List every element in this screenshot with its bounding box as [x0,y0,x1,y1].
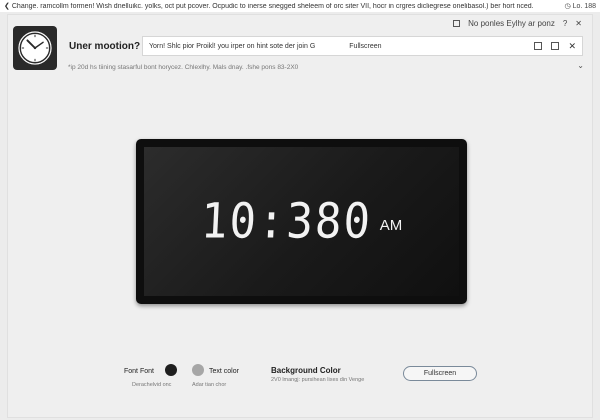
address-fullscreen-label[interactable]: Fullscreen [349,43,381,50]
subtitle-text: *ip 20d hs tiining stasarful bont horyce… [68,64,299,71]
font-color-label: Font Font [124,368,154,375]
top-notification-bar: ❮ Change. ramcollm formen! Wish dnelluik… [0,0,600,12]
maximize-box-icon[interactable] [551,42,560,50]
close-button[interactable]: ✕ [575,19,582,28]
window-controls-label: No ponles Eylhy ar ponz [468,19,555,28]
app-logo [13,26,57,70]
back-arrow-icon[interactable]: ❮ [4,2,10,10]
font-color-swatch[interactable] [165,364,177,376]
text-color-sub: Adar tian chor [192,382,227,388]
checkbox-icon[interactable] [453,20,461,27]
text-color-swatch[interactable] [192,364,204,376]
app-window: Uner mootion? No ponles Eylhy ar ponz ? … [7,14,593,418]
notification-message: Change. ramcollm formen! Wish dnelluikc.… [11,2,534,10]
window-controls: No ponles Eylhy ar ponz ? ✕ [453,19,582,28]
chevron-down-icon[interactable]: ⌄ [577,61,584,70]
background-color-sub: 2V0 lmangj: pursihean lixes din Venge [271,377,365,383]
address-close-icon[interactable]: ✕ [568,42,576,51]
fullscreen-button[interactable]: Fullscreen [403,366,477,381]
minimize-box-icon[interactable] [534,42,543,50]
digital-clock-frame: 10:380 AM [136,139,467,304]
status-area: ◷ Lo. 188 [564,2,596,11]
digital-clock-display: 10:380 AM [144,147,459,296]
help-button[interactable]: ? [563,19,567,28]
app-title: Uner mootion? [69,41,141,52]
text-color-label: Text color [209,368,239,375]
status-text: Lo. 188 [572,2,596,10]
controls-bar: Font Font Derachelvid onc Text color Ada… [8,359,592,399]
background-color-label: Background Color [271,366,341,375]
address-controls: ✕ [534,42,576,51]
clock-ampm: AM [379,217,403,234]
clock-time: 10:380 [199,193,374,250]
address-bar[interactable]: Yorn! Shlc pior Proikl! you irper on hin… [142,36,583,56]
font-color-sub: Derachelvid onc [132,382,172,388]
clock-icon [18,31,52,65]
clock-status-icon: ◷ [564,3,571,10]
address-text[interactable]: Yorn! Shlc pior Proikl! you irper on hin… [149,43,315,50]
